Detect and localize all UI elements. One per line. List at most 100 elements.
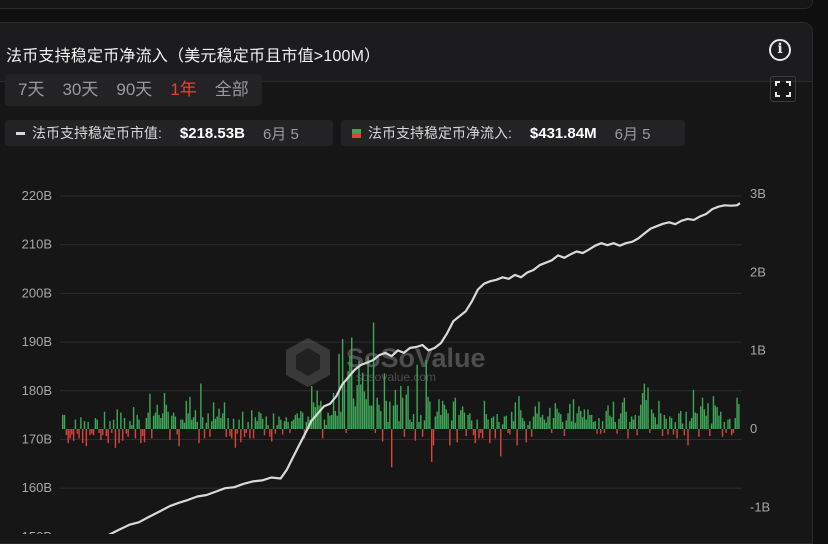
net-inflow-bar	[696, 413, 698, 429]
net-inflow-bar	[329, 415, 331, 429]
net-inflow-bar	[574, 422, 577, 429]
net-inflow-bar	[634, 414, 636, 429]
net-inflow-bar	[587, 409, 589, 429]
net-inflow-bar	[623, 397, 626, 429]
net-inflow-bar	[261, 418, 264, 429]
net-inflow-bar	[100, 429, 102, 440]
net-inflow-bar	[714, 405, 716, 429]
net-inflow-bar	[114, 429, 117, 448]
net-inflow-bar	[391, 429, 393, 468]
net-inflow-bar	[400, 385, 402, 429]
net-inflow-bar	[192, 417, 195, 429]
net-inflow-bar	[223, 402, 226, 429]
net-inflow-bar	[641, 392, 644, 429]
right-axis-tick-label: 3B	[750, 186, 766, 201]
net-inflow-bar	[185, 400, 188, 429]
net-inflow-bar	[429, 401, 431, 429]
left-axis-tick-label: 170B	[22, 432, 52, 447]
net-inflow-bar	[465, 429, 467, 437]
net-inflow-bar	[432, 429, 435, 446]
net-inflow-bar	[683, 429, 686, 436]
net-inflow-bar	[472, 429, 475, 436]
net-inflow-bar	[203, 429, 206, 439]
net-inflow-bar	[476, 419, 478, 429]
net-inflow-bar	[129, 421, 131, 429]
net-inflow-bar	[412, 414, 415, 429]
net-inflow-bar	[607, 405, 609, 429]
net-inflow-bar	[561, 421, 564, 429]
net-inflow-bar	[660, 413, 662, 429]
net-inflow-bar	[383, 373, 386, 429]
net-inflow-bar	[169, 429, 171, 440]
net-inflow-bar	[140, 429, 142, 444]
net-inflow-bar	[612, 401, 615, 429]
net-inflow-bar	[101, 429, 104, 436]
net-inflow-bar	[291, 421, 293, 429]
net-inflow-bar	[443, 404, 446, 429]
net-inflow-bar	[670, 418, 673, 429]
net-inflow-bar	[263, 429, 266, 436]
left-axis-tick-label: 210B	[22, 237, 52, 252]
net-inflow-bar	[340, 411, 342, 429]
net-inflow-bar	[187, 413, 189, 429]
net-inflow-bar	[689, 421, 691, 429]
right-axis-tick-label: 1B	[750, 343, 766, 358]
net-inflow-bar	[461, 406, 464, 429]
net-inflow-bar	[616, 429, 618, 434]
net-inflow-bar	[72, 429, 75, 441]
net-inflow-bar	[592, 421, 595, 429]
net-inflow-bar	[480, 429, 482, 433]
net-inflow-bar	[80, 417, 82, 429]
net-inflow-bar	[396, 404, 398, 429]
net-inflow-bar	[116, 409, 118, 429]
net-inflow-bar	[280, 419, 282, 429]
net-inflow-bar	[292, 419, 295, 429]
net-inflow-bar	[458, 414, 460, 429]
net-inflow-bar	[69, 429, 71, 439]
net-inflow-bar	[625, 411, 627, 429]
net-inflow-bar	[576, 413, 578, 429]
net-inflow-bar	[274, 429, 277, 434]
net-inflow-bar	[138, 419, 140, 429]
net-inflow-bar	[572, 399, 575, 429]
net-inflow-bar	[672, 429, 675, 435]
net-inflow-bar	[598, 418, 600, 429]
net-inflow-bar	[218, 408, 220, 429]
net-inflow-bar	[209, 429, 211, 437]
net-inflow-bar	[89, 429, 91, 436]
net-inflow-bar	[609, 415, 611, 429]
net-inflow-bar	[296, 413, 298, 429]
net-inflow-bar	[94, 418, 97, 429]
net-inflow-bar	[563, 429, 566, 437]
net-inflow-bar	[225, 429, 228, 437]
net-inflow-bar	[381, 429, 384, 442]
net-inflow-bar	[567, 413, 569, 429]
net-inflow-bar	[167, 411, 169, 429]
net-inflow-bar	[694, 412, 696, 429]
net-inflow-bar	[718, 415, 720, 429]
net-inflow-bar	[721, 429, 724, 437]
net-inflow-bar	[614, 421, 616, 429]
net-inflow-bar	[385, 400, 387, 429]
net-inflow-bar	[460, 410, 462, 429]
net-inflow-bar	[269, 429, 271, 437]
net-inflow-bar	[65, 429, 68, 436]
net-inflow-bar	[734, 418, 736, 429]
net-inflow-bar	[118, 429, 120, 444]
net-inflow-bar	[650, 409, 653, 429]
net-inflow-bar	[669, 416, 671, 429]
net-inflow-bar	[489, 429, 491, 444]
net-inflow-bar	[474, 429, 477, 444]
net-inflow-bar	[403, 429, 406, 437]
net-inflow-bar	[583, 409, 586, 429]
net-inflow-bar	[327, 412, 329, 429]
net-inflow-bar	[529, 421, 531, 429]
net-inflow-bar	[674, 421, 676, 429]
net-inflow-bar	[421, 429, 424, 437]
net-inflow-bar	[409, 419, 411, 429]
net-inflow-bar	[249, 429, 251, 439]
net-inflow-bar	[221, 413, 224, 429]
net-inflow-bar	[276, 425, 278, 429]
net-inflow-bar	[220, 418, 222, 429]
net-inflow-bar	[212, 402, 215, 429]
